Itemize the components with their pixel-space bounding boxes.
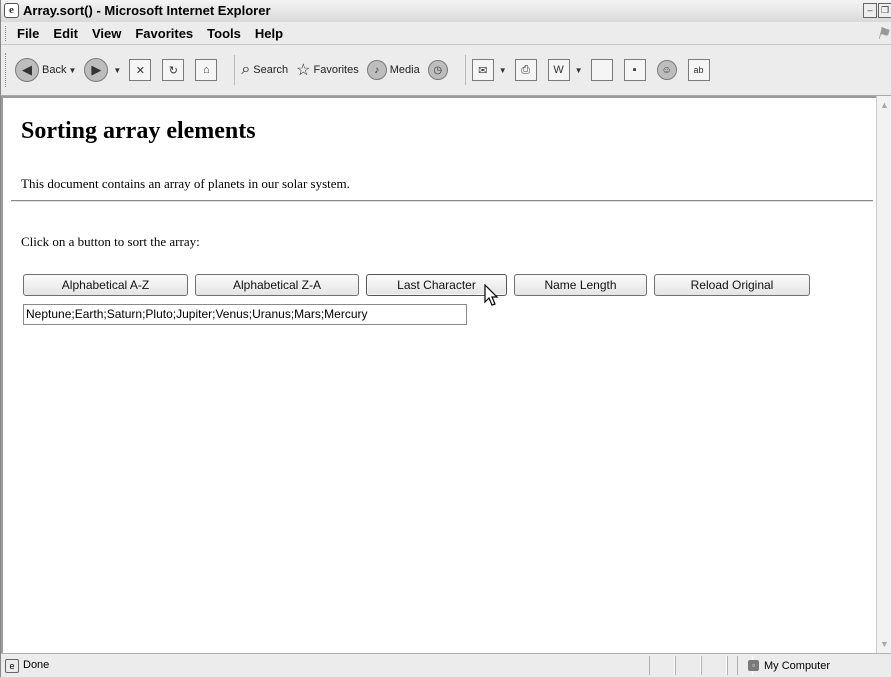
menu-tools[interactable]: Tools: [207, 26, 241, 41]
history-button[interactable]: ◷: [427, 60, 451, 80]
discuss-button[interactable]: [590, 59, 616, 81]
sort-length-button[interactable]: Name Length: [514, 274, 647, 296]
favorites-label: Favorites: [313, 64, 359, 76]
window-title: Array.sort() - Microsoft Internet Explor…: [23, 3, 271, 18]
home-icon: ⌂: [195, 59, 218, 81]
spell-button[interactable]: ab: [687, 59, 713, 81]
media-icon: ♪: [366, 60, 387, 80]
word-icon: W: [547, 59, 570, 81]
search-icon: ⌕: [241, 61, 251, 78]
status-text: Done: [23, 659, 50, 671]
vertical-scrollbar[interactable]: ▲ ▼: [876, 96, 891, 653]
refresh-button[interactable]: ↻: [162, 59, 187, 81]
window-controls: – ❐: [863, 3, 891, 18]
home-button[interactable]: ⌂: [195, 59, 220, 81]
forward-dropdown-icon[interactable]: ▼: [113, 66, 121, 75]
minimize-button[interactable]: –: [863, 3, 877, 18]
page-icon: e: [5, 659, 19, 673]
forward-button[interactable]: ▶ ▼: [84, 58, 121, 82]
toolbar: ◀ Back ▼ ▶ ▼ ✕ ↻ ⌂ ⌕ Search ☆ Favorites …: [1, 45, 891, 96]
mail-button[interactable]: ✉ ▼: [471, 59, 507, 81]
back-dropdown-icon[interactable]: ▼: [68, 66, 76, 75]
intro-text: This document contains an array of plane…: [21, 176, 350, 191]
computer-icon: ▫: [748, 660, 759, 671]
star-icon: ☆: [296, 62, 311, 79]
back-label: Back: [42, 64, 67, 76]
search-label: Search: [253, 64, 289, 76]
sort-prompt: Click on a button to sort the array:: [21, 234, 200, 249]
sort-az-button[interactable]: Alphabetical A-Z: [23, 274, 188, 296]
sort-za-button[interactable]: Alphabetical Z-A: [195, 274, 359, 296]
edit-button[interactable]: W ▼: [547, 59, 583, 81]
browser-window: e Array.sort() - Microsoft Internet Expl…: [0, 0, 891, 677]
messenger-button[interactable]: ▪: [623, 59, 649, 81]
status-panel: [675, 656, 701, 675]
menu-edit[interactable]: Edit: [53, 26, 78, 41]
toolbar-separator: [234, 55, 236, 85]
menu-favorites[interactable]: Favorites: [135, 26, 193, 41]
stop-button[interactable]: ✕: [129, 59, 154, 81]
reload-original-button[interactable]: Reload Original: [654, 274, 810, 296]
toolbar-separator: [464, 55, 466, 85]
messenger-icon: ▪: [623, 59, 646, 81]
back-arrow-icon: ◀: [15, 58, 39, 82]
page-content: Sorting array elements This document con…: [1, 96, 876, 653]
menu-view[interactable]: View: [92, 26, 121, 41]
ie-logo-icon: e: [4, 3, 19, 18]
forward-arrow-icon: ▶: [84, 58, 109, 82]
search-button[interactable]: ⌕ Search: [241, 61, 288, 79]
discuss-icon: [590, 59, 613, 81]
favorites-button[interactable]: ☆ Favorites: [296, 60, 359, 80]
menu-grip: [5, 25, 9, 41]
windows-logo-icon: ⚑: [875, 26, 890, 43]
history-icon: ◷: [427, 60, 448, 80]
media-button[interactable]: ♪ Media: [366, 60, 420, 80]
title-bar: e Array.sort() - Microsoft Internet Expl…: [1, 0, 891, 23]
menu-bar: File Edit View Favorites Tools Help ⚑: [1, 22, 891, 45]
refresh-icon: ↻: [162, 59, 185, 81]
edit-dropdown-icon[interactable]: ▼: [575, 66, 583, 75]
array-output-field[interactable]: Neptune;Earth;Saturn;Pluto;Jupiter;Venus…: [23, 304, 467, 325]
mail-icon: ✉: [471, 59, 494, 81]
status-bar: e Done ▫ My Computer: [1, 653, 891, 677]
security-zone: ▫ My Computer: [737, 656, 888, 675]
mouse-pointer-icon: [484, 284, 499, 306]
print-button[interactable]: ⎙: [514, 59, 540, 81]
back-button[interactable]: ◀ Back ▼: [15, 58, 76, 82]
scroll-down-icon[interactable]: ▼: [880, 639, 889, 649]
horizontal-rule: [11, 200, 873, 202]
research-button[interactable]: ☺: [656, 60, 680, 80]
status-panel: [701, 656, 727, 675]
toolbar-grip: [5, 53, 9, 87]
zone-label: My Computer: [764, 659, 831, 672]
spellcheck-icon: ab: [687, 59, 710, 81]
menu-file[interactable]: File: [17, 26, 39, 41]
research-icon: ☺: [656, 60, 677, 80]
stop-icon: ✕: [129, 59, 152, 81]
media-label: Media: [389, 64, 420, 76]
mail-dropdown-icon[interactable]: ▼: [499, 66, 507, 75]
scroll-up-icon[interactable]: ▲: [880, 100, 889, 110]
page-heading: Sorting array elements: [21, 118, 256, 144]
sort-buttons: Alphabetical A-Z Alphabetical Z-A Last C…: [23, 274, 817, 296]
maximize-button[interactable]: ❐: [878, 3, 891, 18]
menu-help[interactable]: Help: [255, 26, 283, 41]
print-icon: ⎙: [514, 59, 537, 81]
status-panel: [649, 656, 675, 675]
